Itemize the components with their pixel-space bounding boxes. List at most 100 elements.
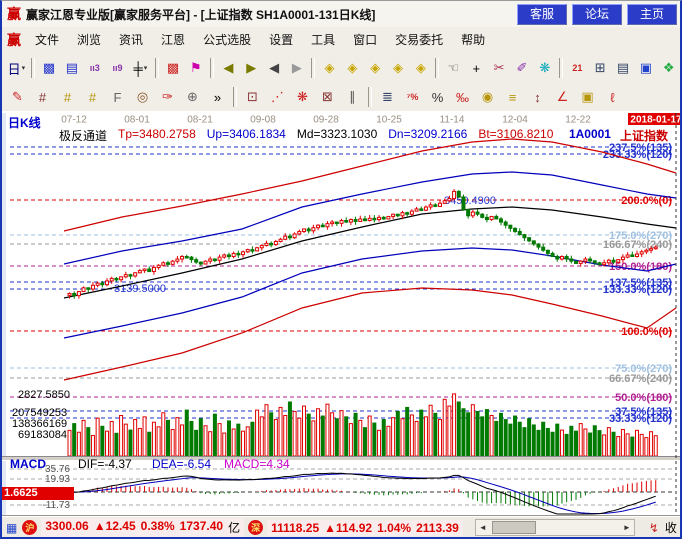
grid-icon[interactable]: #	[31, 86, 54, 109]
chart-area[interactable]: 237.5%(135)233.33%(120)200.0%(0)175.0%(2…	[2, 111, 682, 516]
hand-tool-icon[interactable]: ☜	[443, 57, 464, 80]
minute-3-icon[interactable]: ıı3	[84, 57, 105, 80]
toolbar-separator	[210, 58, 214, 78]
brush-icon[interactable]: ✎	[6, 86, 29, 109]
sh-change: ▲12.45	[94, 519, 136, 536]
save-icon[interactable]: ▣	[635, 57, 656, 80]
spiderweb-icon[interactable]: ❋	[291, 86, 314, 109]
svg-text:2018-01-17: 2018-01-17	[630, 115, 682, 126]
toolbar-main: 日▾▩▤ıı3ıı9╪▾▩⚑◀▶◀▶◈◈◈◈◈☜+✂✐❋21⊞▤▣❖	[2, 53, 680, 84]
svg-text:50.0%(180): 50.0%(180)	[615, 392, 672, 404]
indicator-up: Up=3406.1834	[207, 127, 286, 144]
cycle-circle-icon[interactable]: ⊕	[181, 86, 204, 109]
kline-period-icon[interactable]: 日▾	[6, 57, 27, 80]
menu-item-tools[interactable]: 工具	[302, 28, 344, 52]
svg-text:-11.73: -11.73	[42, 500, 70, 511]
crosshair-tool-icon[interactable]: +	[466, 57, 487, 80]
chart-canvas[interactable]: 237.5%(135)233.33%(120)200.0%(0)175.0%(2…	[2, 113, 682, 516]
window-title: 赢家江恩专业版[赢家服务平台] - [上证指数 SH1A0001-131日K线]	[26, 6, 375, 23]
homepage-button[interactable]: 主页	[627, 4, 677, 25]
indicator-header: 极反通道 Tp=3480.2758 Up=3406.1834 Md=3323.1…	[59, 127, 553, 144]
market-map-icon[interactable]: ▩	[39, 57, 60, 80]
fibo-grid-icon[interactable]: F	[106, 86, 129, 109]
menu-item-browse[interactable]: 浏览	[68, 28, 110, 52]
cut-tool-icon[interactable]: ✂	[489, 57, 510, 80]
rays-box-icon[interactable]: ⊠	[316, 86, 339, 109]
macd-macd-value: MACD=4.34	[224, 457, 290, 471]
toolbar-separator	[368, 87, 372, 107]
title-bar: 赢 赢家江恩专业版[赢家服务平台] - [上证指数 SH1A0001-131日K…	[2, 1, 680, 28]
scroll-right-icon[interactable]: ►	[620, 523, 634, 532]
status-bar: ▦ 沪 3300.06 ▲12.45 0.38% 1737.40 亿 深 111…	[2, 516, 680, 538]
last-bar-icon[interactable]: ▶	[241, 57, 262, 80]
svg-text:33.33%(120): 33.33%(120)	[609, 413, 672, 425]
frame-icon[interactable]: ⊡	[241, 86, 264, 109]
f10-info-icon[interactable]: ▤	[61, 57, 82, 80]
symbol-code: 1A0001	[569, 127, 611, 144]
flag-icon[interactable]: ⚑	[185, 57, 206, 80]
gold-section-icon[interactable]: ◉	[476, 86, 499, 109]
angle-icon[interactable]: ∠	[551, 86, 574, 109]
prev-bar-icon[interactable]: ◀	[264, 57, 285, 80]
shanghai-quote: 3300.06 ▲12.45 0.38% 1737.40 亿	[41, 518, 244, 537]
diamond-tool-2-icon[interactable]: ◈	[342, 57, 363, 80]
gann-fan-icon[interactable]: ⋰	[266, 86, 289, 109]
trend-line-icon[interactable]: ℓ	[601, 86, 624, 109]
overflow-icon[interactable]: »	[206, 86, 229, 109]
menu-item-gann[interactable]: 江恩	[152, 28, 194, 52]
pane-label: 日K线	[8, 114, 41, 131]
diamond-tool-1-icon[interactable]: ◈	[319, 57, 340, 80]
vertical-ruler-icon[interactable]: ↕	[526, 86, 549, 109]
svg-text:66.67%(240): 66.67%(240)	[609, 373, 672, 385]
permille-icon[interactable]: ‰	[451, 86, 474, 109]
menu-item-settings[interactable]: 设置	[260, 28, 302, 52]
toolbar-separator	[233, 87, 237, 107]
spiral-icon[interactable]: ◎	[131, 86, 154, 109]
menu-item-file[interactable]: 文件	[26, 28, 68, 52]
horizontal-scrollbar[interactable]: ◄ ►	[475, 519, 635, 536]
percent-icon[interactable]: %	[426, 86, 449, 109]
diamond-tool-3-icon[interactable]: ◈	[365, 57, 386, 80]
forum-button[interactable]: 论坛	[572, 4, 622, 25]
gold-box-icon[interactable]: ▣	[576, 86, 599, 109]
scroll-thumb[interactable]	[492, 521, 536, 534]
gann-grid-icon[interactable]: #	[56, 86, 79, 109]
first-bar-icon[interactable]: ◀	[218, 57, 239, 80]
menu-item-trade[interactable]: 交易委托	[386, 28, 452, 52]
menu-item-formula[interactable]: 公式选股	[194, 28, 260, 52]
menu-item-news[interactable]: 资讯	[110, 28, 152, 52]
report-icon[interactable]: ▤	[613, 57, 634, 80]
calculator-icon[interactable]: ⊞	[590, 57, 611, 80]
pattern-tool-icon[interactable]: ❋	[534, 57, 555, 80]
indicator-name: 极反通道	[59, 127, 107, 144]
menu-bar: 赢 文件 浏览 资讯 江恩 公式选股 设置 工具 窗口 交易委托 帮助	[2, 27, 680, 54]
scroll-left-icon[interactable]: ◄	[476, 523, 490, 532]
gold-lines-icon[interactable]: ≡	[501, 86, 524, 109]
menu-item-help[interactable]: 帮助	[452, 28, 494, 52]
svg-text:08-21: 08-21	[187, 115, 213, 126]
sh-amount: 1737.40	[180, 519, 223, 536]
svg-text:69183084: 69183084	[18, 429, 67, 441]
symbol-header: 1A0001 上证指数	[569, 127, 668, 144]
app-logo-icon: 赢	[7, 4, 21, 24]
percent-retrace-icon[interactable]: ⁷%	[401, 86, 424, 109]
app-window: 赢 赢家江恩专业版[赢家服务平台] - [上证指数 SH1A0001-131日K…	[0, 0, 682, 539]
draw-tool-icon[interactable]: ✐	[512, 57, 533, 80]
next-bar-icon[interactable]: ▶	[287, 57, 308, 80]
customer-service-button[interactable]: 客服	[517, 4, 567, 25]
calendar-icon[interactable]: 21	[567, 57, 588, 80]
red-grid-icon[interactable]: ▩	[163, 57, 184, 80]
network-icon[interactable]: ❖	[658, 57, 679, 80]
gann-grid2-icon[interactable]: #	[81, 86, 104, 109]
price-ruler-icon[interactable]: ≣	[376, 86, 399, 109]
indicator-md: Md=3323.1030	[297, 127, 377, 144]
diamond-tool-5-icon[interactable]: ◈	[410, 57, 431, 80]
candle-style-icon[interactable]: ╪▾	[130, 57, 151, 80]
minute-9-icon[interactable]: ıı9	[107, 57, 128, 80]
diamond-tool-4-icon[interactable]: ◈	[388, 57, 409, 80]
quote-board-icon[interactable]: ▦	[6, 521, 17, 535]
measure-icon[interactable]: ✑	[156, 86, 179, 109]
menu-item-window[interactable]: 窗口	[344, 28, 386, 52]
toolbar-drawing: ✎###F◎✑⊕»⊡⋰❋⊠∥≣⁷%%‰◉≡↕∠▣ℓ	[2, 83, 680, 112]
hatch-icon[interactable]: ∥	[341, 86, 364, 109]
